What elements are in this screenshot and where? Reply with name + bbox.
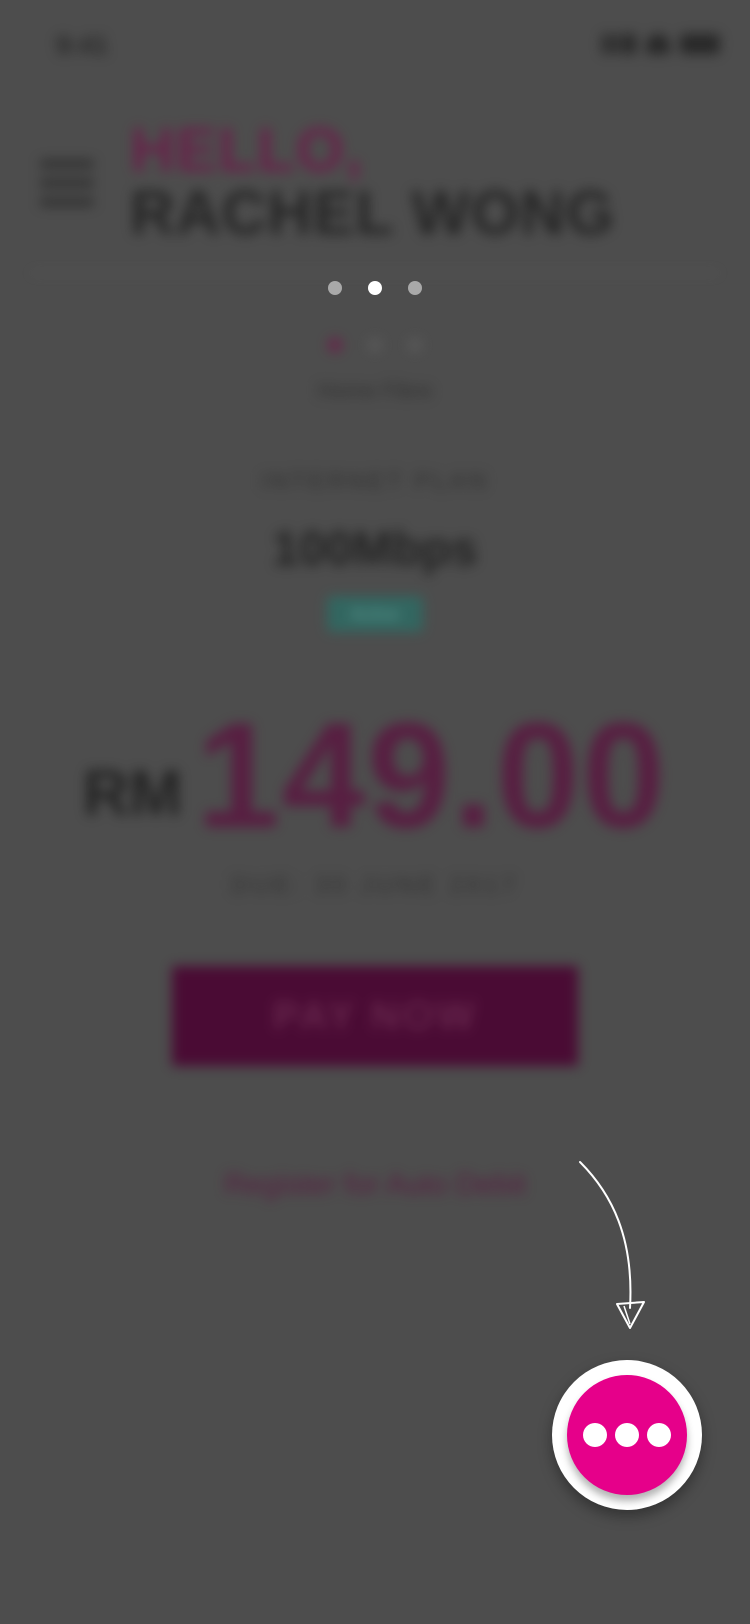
- plan-speed: 100Mbps: [272, 523, 478, 576]
- menu-line: [40, 179, 94, 187]
- battery-icon: [680, 34, 720, 54]
- wifi-icon: [646, 34, 670, 54]
- greeting-text: HELLO,: [130, 116, 364, 185]
- more-options-button[interactable]: [567, 1375, 687, 1495]
- account-page-indicator: [0, 338, 750, 352]
- carousel-page-indicator: [0, 281, 750, 295]
- status-icons: [602, 34, 720, 54]
- page-dot[interactable]: [328, 281, 342, 295]
- plan-status-badge: Active: [327, 596, 423, 632]
- hand-drawn-arrow-icon: [579, 1161, 645, 1329]
- account-dot[interactable]: [408, 338, 422, 352]
- price-amount: 149.00: [196, 691, 668, 859]
- account-dot[interactable]: [328, 338, 342, 352]
- more-dot-icon: [647, 1423, 671, 1447]
- status-time: 9:41: [56, 30, 109, 60]
- price-currency: RM: [82, 757, 183, 829]
- app-screen: 9:41 HELLO, RACHEL WONG Home Fibre INTER…: [0, 0, 750, 1624]
- price-row: RM 149.00: [0, 700, 750, 850]
- page-dot[interactable]: [408, 281, 422, 295]
- more-dot-icon: [615, 1423, 639, 1447]
- hamburger-menu-icon[interactable]: [40, 160, 94, 206]
- status-bar: 9:41: [0, 30, 750, 70]
- account-label: Home Fibre: [317, 378, 433, 403]
- menu-line: [40, 198, 94, 206]
- signal-icon: [602, 34, 636, 54]
- fab-ring: [552, 1360, 702, 1510]
- menu-line: [40, 160, 94, 168]
- plan-label: INTERNET PLAN: [261, 468, 489, 495]
- more-dot-icon: [583, 1423, 607, 1447]
- due-date: DUE: 30 JUNE 2017: [230, 872, 520, 899]
- header-divider: [30, 272, 720, 274]
- account-dot[interactable]: [368, 338, 382, 352]
- user-name: RACHEL WONG: [130, 179, 616, 248]
- pay-now-button[interactable]: PAY NOW: [172, 966, 578, 1066]
- page-dot-active[interactable]: [368, 281, 382, 295]
